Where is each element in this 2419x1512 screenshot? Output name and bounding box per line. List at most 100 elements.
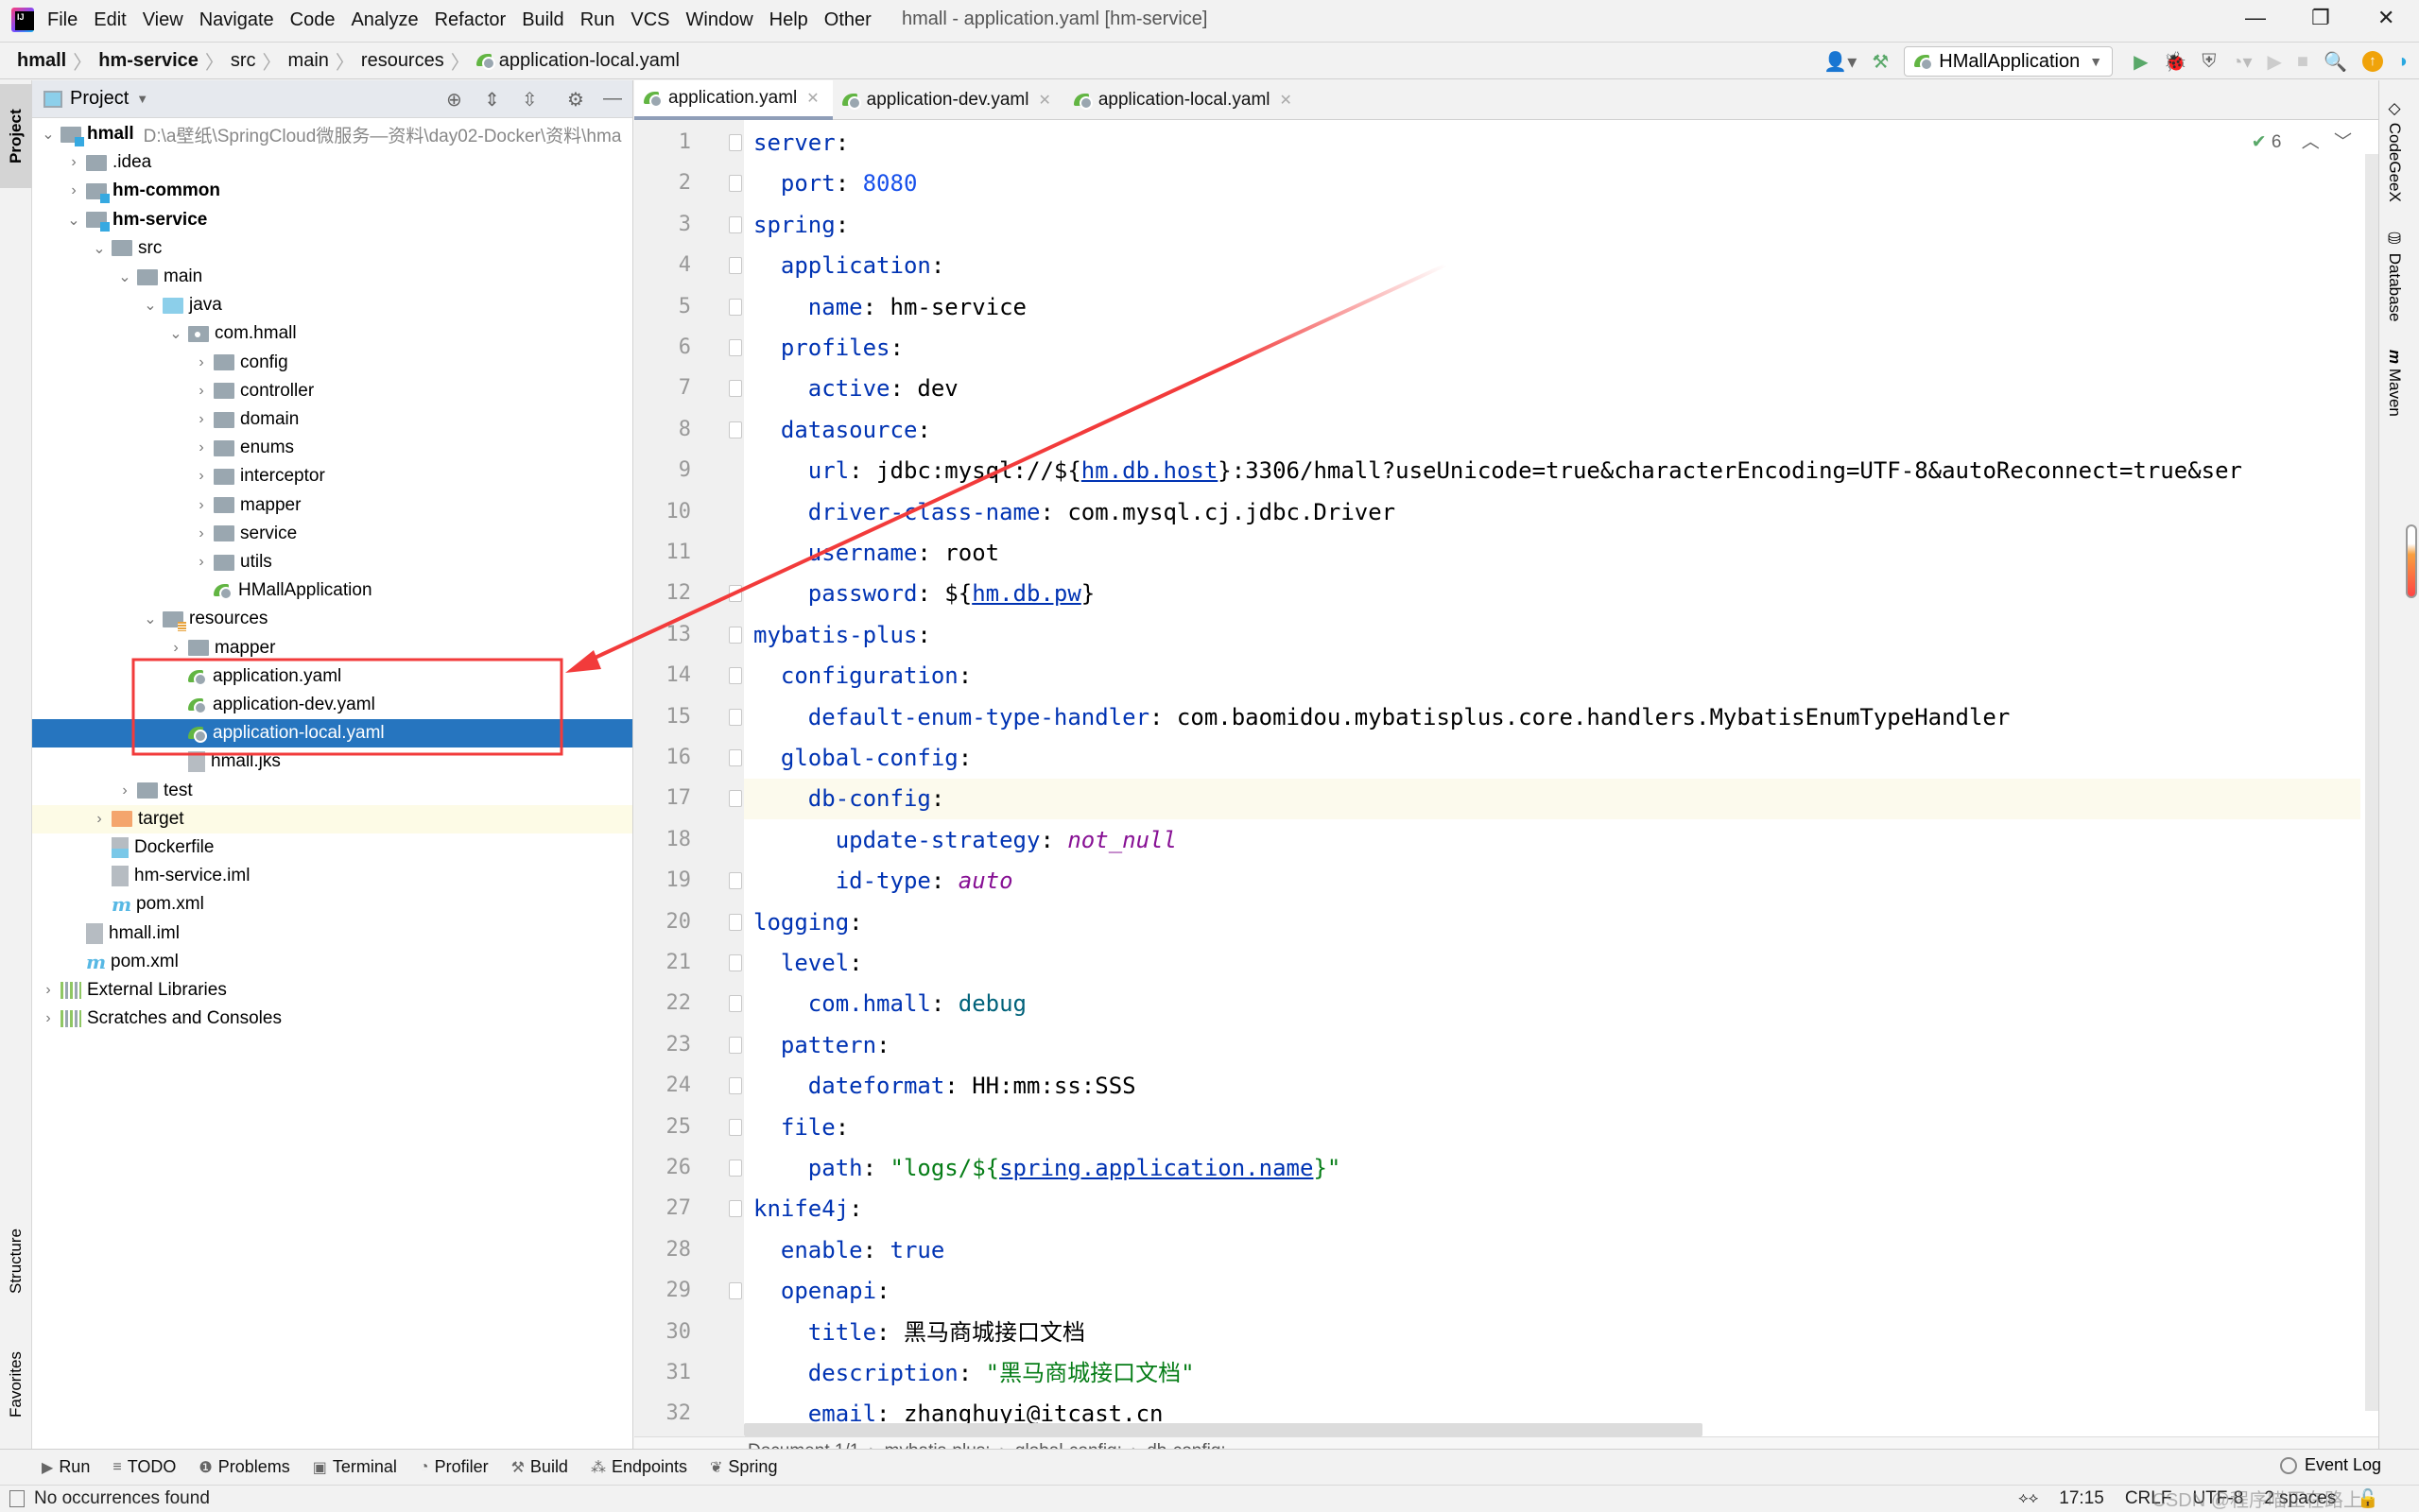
codegeex-tool-tab[interactable]: ◇ CodeGeeX: [2385, 99, 2404, 202]
editor-tab[interactable]: application.yaml ✕: [634, 80, 833, 120]
fold-end-icon[interactable]: [729, 708, 742, 726]
account-icon[interactable]: 👤▾: [1823, 50, 1857, 74]
chevron-right-icon[interactable]: ›: [193, 525, 210, 542]
menu-window[interactable]: Window: [686, 9, 753, 31]
editor-tab[interactable]: application-local.yaml ✕: [1064, 80, 1305, 120]
close-tab-icon[interactable]: ✕: [806, 89, 819, 108]
menu-analyze[interactable]: Analyze: [351, 9, 418, 31]
close-tab-icon[interactable]: ✕: [1038, 91, 1050, 110]
chevron-right-icon[interactable]: ›: [193, 354, 210, 371]
expand-all-icon[interactable]: ⇕: [484, 88, 500, 112]
chevron-right-icon[interactable]: ›: [91, 811, 108, 828]
resume-icon[interactable]: ▶: [2268, 50, 2282, 74]
breadcrumb-item[interactable]: resources: [361, 50, 444, 72]
breadcrumb-item[interactable]: src: [231, 50, 256, 72]
menu-view[interactable]: View: [143, 9, 183, 31]
tool-window-profiler[interactable]: ◔ Profiler: [420, 1457, 489, 1477]
git-branch-icon[interactable]: ⟡⟡: [2018, 1490, 2038, 1507]
fold-open-icon[interactable]: [729, 1118, 742, 1136]
menu-navigate[interactable]: Navigate: [199, 9, 274, 31]
fold-end-icon[interactable]: [729, 380, 742, 398]
chevron-down-icon[interactable]: ⌄: [167, 324, 184, 343]
fold-end-icon[interactable]: [729, 1160, 742, 1177]
tool-window-build[interactable]: ⚒ Build: [511, 1457, 568, 1477]
fold-open-icon[interactable]: [729, 626, 742, 644]
menu-refactor[interactable]: Refactor: [435, 9, 507, 31]
tree-item[interactable]: › controller: [32, 377, 632, 405]
collapse-all-icon[interactable]: ⇳: [522, 88, 538, 112]
tool-window-todo[interactable]: ≡ TODO: [112, 1457, 176, 1477]
debug-icon[interactable]: 🐞: [2163, 50, 2186, 74]
event-log-button[interactable]: Event Log: [2279, 1455, 2381, 1475]
tool-window-endpoints[interactable]: ⁂ Endpoints: [591, 1457, 687, 1477]
project-view-selector[interactable]: Project: [70, 88, 129, 110]
breadcrumb-item[interactable]: hmall: [17, 50, 66, 72]
tree-item[interactable]: m pom.xml: [32, 890, 632, 919]
structure-tool-tab[interactable]: Structure: [0, 1210, 32, 1314]
tree-item[interactable]: m pom.xml: [32, 948, 632, 976]
menu-build[interactable]: Build: [522, 9, 563, 31]
close-tab-icon[interactable]: ✕: [1280, 91, 1292, 110]
tree-item[interactable]: ⌄ java: [32, 291, 632, 319]
tree-item[interactable]: › enums: [32, 434, 632, 462]
caret-position[interactable]: 17:15: [2059, 1488, 2104, 1509]
breadcrumb-item[interactable]: hm-service: [98, 50, 199, 72]
vertical-scrollbar[interactable]: [2365, 154, 2378, 1411]
fold-open-icon[interactable]: [729, 1200, 742, 1218]
tree-item[interactable]: hm-service.iml: [32, 862, 632, 890]
menu-other[interactable]: Other: [824, 9, 872, 31]
tree-item[interactable]: › External Libraries: [32, 976, 632, 1005]
tree-item[interactable]: hmall.jks: [32, 747, 632, 776]
breadcrumb-item[interactable]: application-local.yaml: [475, 50, 680, 72]
restore-button[interactable]: ❐: [2311, 6, 2330, 30]
fold-open-icon[interactable]: [729, 134, 742, 151]
profile-icon[interactable]: ◔▾: [2231, 50, 2252, 74]
menu-code[interactable]: Code: [290, 9, 336, 31]
update-icon[interactable]: ↑: [2361, 51, 2383, 72]
fold-end-icon[interactable]: [729, 585, 742, 603]
property-reference[interactable]: spring.application.name: [999, 1155, 1313, 1181]
fold-end-icon[interactable]: [729, 298, 742, 316]
tree-item[interactable]: › target: [32, 804, 632, 833]
menu-file[interactable]: File: [47, 9, 78, 31]
chevron-down-icon[interactable]: ⌄: [65, 211, 82, 230]
fold-end-icon[interactable]: [729, 175, 742, 193]
project-tool-tab[interactable]: Project: [0, 84, 32, 188]
chevron-right-icon[interactable]: ›: [65, 154, 82, 171]
chevron-right-icon[interactable]: ›: [193, 468, 210, 485]
tool-window-run[interactable]: ▶ Run: [42, 1457, 90, 1477]
tree-item[interactable]: Dockerfile: [32, 833, 632, 862]
tree-item[interactable]: ⌄ com.hmall: [32, 319, 632, 348]
locate-file-icon[interactable]: ⊕: [446, 88, 462, 112]
chevron-down-icon[interactable]: ⌄: [142, 610, 159, 628]
chevron-right-icon[interactable]: ›: [193, 411, 210, 428]
search-icon[interactable]: 🔍: [2324, 50, 2347, 74]
fold-end-icon[interactable]: [729, 1077, 742, 1095]
fold-open-icon[interactable]: [729, 215, 742, 233]
fold-open-icon[interactable]: [729, 257, 742, 275]
chevron-down-icon[interactable]: ⌄: [40, 125, 57, 144]
fold-end-icon[interactable]: [729, 995, 742, 1013]
fold-open-icon[interactable]: [729, 954, 742, 971]
fold-open-icon[interactable]: [729, 790, 742, 808]
tool-window-problems[interactable]: ❶ Problems: [199, 1457, 289, 1477]
tree-item[interactable]: › utils: [32, 548, 632, 576]
tree-item[interactable]: hmall.iml: [32, 919, 632, 948]
memory-indicator[interactable]: [2406, 524, 2417, 598]
maven-tool-tab[interactable]: m Maven: [2385, 350, 2404, 417]
coverage-icon[interactable]: ⛨: [2202, 51, 2216, 73]
chevron-right-icon[interactable]: ›: [167, 640, 184, 657]
tree-item[interactable]: › mapper: [32, 491, 632, 520]
tree-item[interactable]: › service: [32, 520, 632, 548]
hide-panel-icon[interactable]: —: [603, 88, 622, 110]
tree-item[interactable]: ⌄ hm-service: [32, 206, 632, 234]
fold-end-icon[interactable]: [729, 872, 742, 890]
fold-open-icon[interactable]: [729, 913, 742, 931]
editor-tab[interactable]: application-dev.yaml ✕: [833, 80, 1064, 120]
horizontal-scrollbar[interactable]: [744, 1423, 1702, 1436]
database-tool-tab[interactable]: ⛁ Database: [2385, 230, 2404, 322]
menu-run[interactable]: Run: [580, 9, 615, 31]
build-hammer-icon[interactable]: ⚒: [1872, 50, 1889, 74]
fold-open-icon[interactable]: [729, 667, 742, 685]
chevron-down-icon[interactable]: ⌄: [91, 239, 108, 258]
